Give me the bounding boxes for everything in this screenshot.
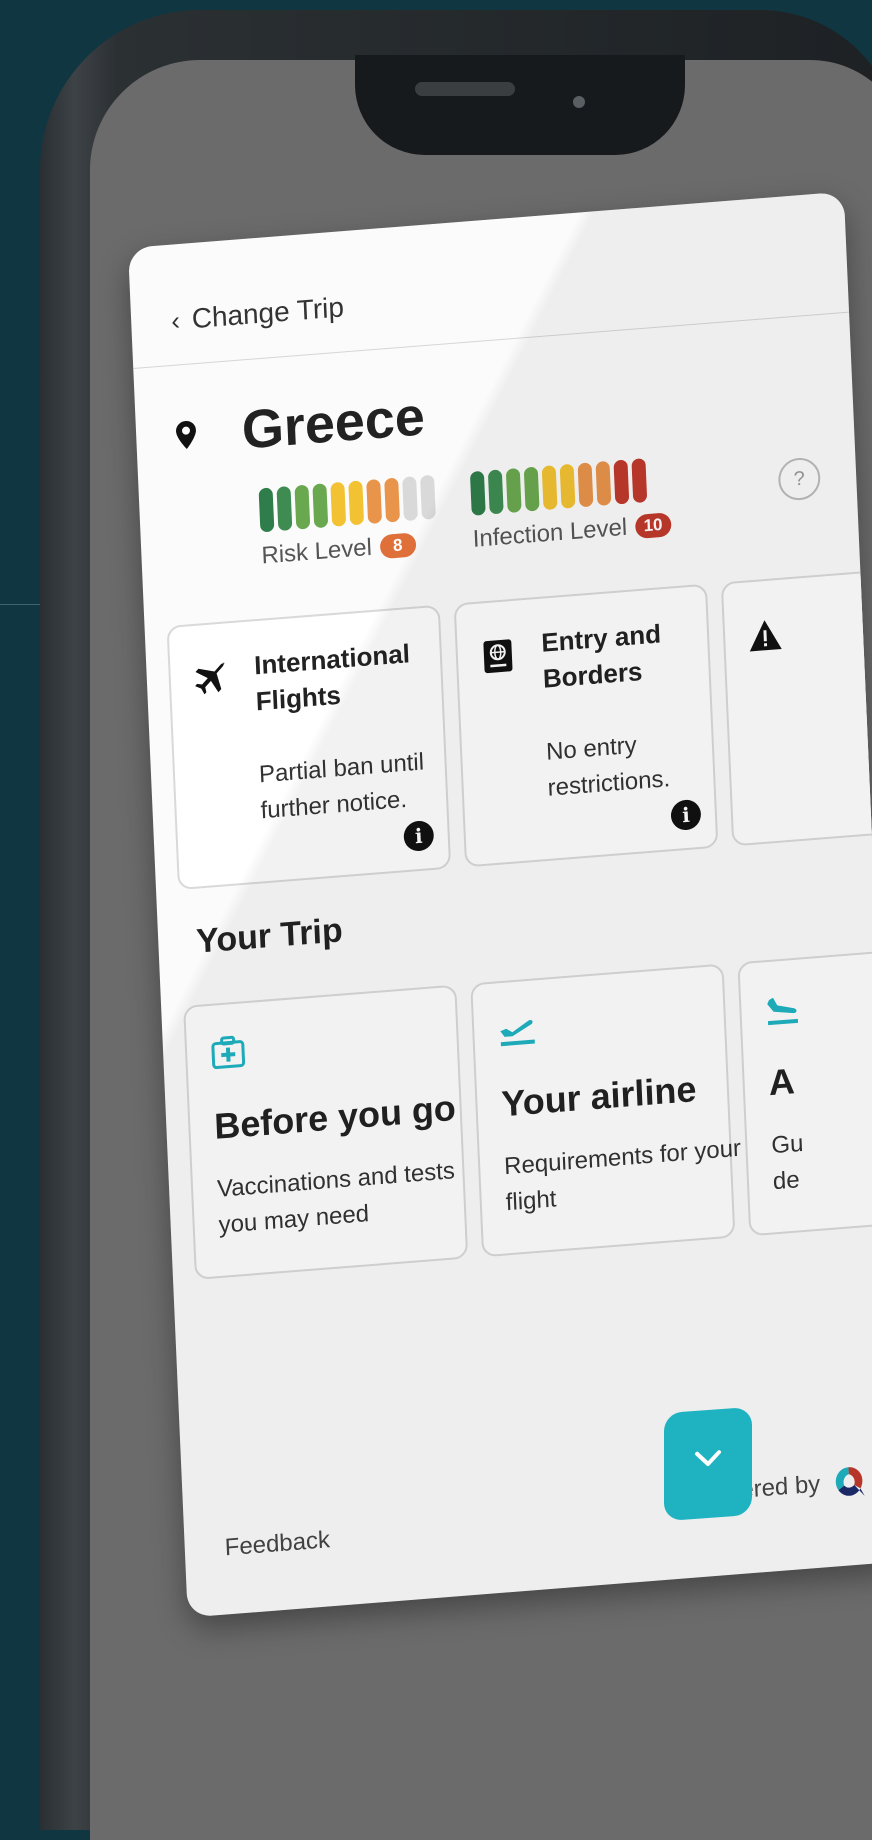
brand-logo-icon (835, 1467, 865, 1497)
trip-card-title: A (767, 1060, 796, 1104)
infection-level-bar-9 (613, 459, 630, 505)
infection-level-bar-7 (577, 462, 594, 508)
risk-level-badge: 8 (379, 532, 417, 560)
risk-level-bar-7 (366, 478, 383, 525)
trip-card-title: Your airline (500, 1068, 698, 1125)
risk-level-bar-1 (258, 487, 275, 533)
info-card-title: International Flights (253, 638, 411, 717)
arrival-icon (767, 997, 799, 1026)
risk-level-bar-5 (330, 481, 347, 527)
risk-level-bar-10 (420, 474, 436, 520)
trip-card-title: Before you go (213, 1086, 457, 1147)
trip-card-partial[interactable]: A Gu de (737, 947, 872, 1237)
collapse-button[interactable] (664, 1406, 752, 1522)
travel-widget: ‹ Change Trip Greece Risk Level 8 Infect… (128, 191, 872, 1618)
info-card-partial[interactable] (720, 568, 872, 847)
info-icon[interactable]: i (670, 798, 702, 832)
risk-level-bar-9 (402, 476, 418, 522)
your-trip-heading: Your Trip (195, 911, 344, 961)
change-trip-link[interactable]: ‹ Change Trip (170, 291, 345, 337)
trip-card-desc: Gu de (770, 1129, 804, 1196)
risk-level-bars (258, 474, 436, 533)
location-pin-icon (176, 421, 196, 450)
trip-card-desc: Vaccinations and tests you may need (216, 1157, 456, 1239)
infection-level-badge: 10 (634, 512, 672, 540)
risk-level-bar-3 (294, 484, 311, 530)
infection-level-bar-6 (559, 463, 576, 509)
infection-level-bars (469, 456, 670, 516)
widget-card: ‹ Change Trip Greece Risk Level 8 Infect… (128, 191, 872, 1618)
country-heading: Greece (175, 385, 426, 467)
infection-level-bar-2 (487, 469, 504, 515)
chevron-down-icon (695, 1450, 721, 1467)
warning-icon (749, 620, 782, 652)
risk-level-label: Risk Level (260, 533, 373, 570)
phone-speaker (415, 82, 515, 96)
infection-level-bar-3 (505, 467, 522, 514)
passport-icon (483, 639, 513, 674)
info-card-desc: Partial ban until further notice. (258, 748, 425, 825)
feedback-link[interactable]: Feedback (224, 1526, 330, 1562)
info-card-entry-borders[interactable]: Entry and Borders No entry restrictions.… (453, 583, 719, 868)
infection-level-label: Infection Level (472, 513, 628, 553)
infection-level-bar-10 (631, 458, 648, 504)
medical-bag-icon (211, 1035, 246, 1070)
airplane-icon (195, 661, 226, 695)
infection-level-bar-5 (541, 465, 558, 511)
infection-level: Infection Level 10 (469, 456, 672, 554)
info-icon[interactable]: i (403, 819, 435, 853)
level-indicators: Risk Level 8 Infection Level 10 (258, 443, 841, 578)
trip-card-your-airline[interactable]: Your airline Requirements for your fligh… (470, 963, 742, 1258)
trip-card-desc: Requirements for your flight (503, 1134, 742, 1217)
infection-level-bar-4 (523, 466, 540, 512)
info-card-title: Entry and Borders (540, 618, 662, 694)
risk-level-bar-2 (276, 485, 293, 532)
phone-notch (355, 55, 685, 155)
risk-level-bar-8 (384, 477, 401, 523)
infection-level-bar-8 (595, 460, 612, 506)
country-name: Greece (240, 386, 426, 461)
infection-level-bar-1 (469, 470, 486, 516)
trip-card-before-you-go[interactable]: Before you go Vaccinations and tests you… (183, 984, 469, 1280)
chevron-left-icon: ‹ (170, 304, 181, 336)
info-card-desc: No entry restrictions. (545, 731, 671, 802)
info-card-international-flights[interactable]: International Flights Partial ban until … (166, 604, 452, 891)
risk-level-bar-6 (348, 480, 365, 526)
risk-level-bar-4 (312, 483, 329, 529)
change-trip-label: Change Trip (191, 291, 345, 335)
risk-level: Risk Level 8 (258, 474, 438, 571)
departure-icon (500, 1020, 535, 1047)
phone-camera (573, 96, 585, 108)
